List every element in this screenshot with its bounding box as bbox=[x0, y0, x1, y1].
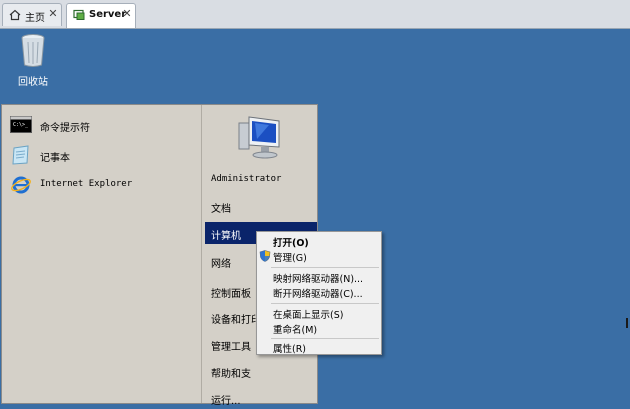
start-item-label: 管理工具 bbox=[211, 342, 251, 353]
program-label: 记事本 bbox=[40, 153, 70, 164]
menu-item-label: 重命名(M) bbox=[273, 325, 318, 336]
menu-item-open[interactable]: 打开(O) bbox=[257, 234, 381, 249]
recycle-bin-icon bbox=[21, 34, 45, 67]
menu-separator bbox=[271, 267, 379, 268]
ie-icon bbox=[11, 176, 31, 194]
menu-item-label: 打开(O) bbox=[273, 238, 309, 249]
menu-item-map-network-drive[interactable]: 映射网络驱动器(N)... bbox=[257, 270, 381, 285]
notepad-icon bbox=[12, 145, 29, 165]
start-item-label: 计算机 bbox=[211, 231, 241, 242]
recycle-bin-label: 回收站 bbox=[18, 77, 48, 88]
menu-item-properties[interactable]: 属性(R) bbox=[257, 340, 381, 355]
menu-item-label: 管理(G) bbox=[273, 253, 307, 264]
start-menu-programs: C:\>_ 命令提示符 记事本 Internet Explorer bbox=[2, 105, 202, 403]
menu-separator bbox=[271, 338, 379, 339]
close-icon[interactable]: ✕ bbox=[47, 8, 59, 20]
start-item-label: Administrator bbox=[211, 174, 282, 184]
program-notepad[interactable]: 记事本 bbox=[8, 143, 198, 167]
vm-icon bbox=[73, 9, 85, 20]
computer-icon bbox=[238, 116, 280, 159]
svg-text:C:\>_: C:\>_ bbox=[13, 122, 29, 128]
start-item-label: 设备和打印 bbox=[211, 315, 261, 326]
menu-item-disconnect-network-drive[interactable]: 断开网络驱动器(C)... bbox=[257, 285, 381, 300]
menu-item-show-on-desktop[interactable]: 在桌面上显示(S) bbox=[257, 306, 381, 321]
start-item-run[interactable]: 运行... bbox=[205, 387, 317, 409]
start-item-label: 网络 bbox=[211, 259, 231, 270]
menu-item-rename[interactable]: 重命名(M) bbox=[257, 321, 381, 336]
tab-bar: 主页 ✕ Server ✕ bbox=[0, 0, 630, 29]
home-icon bbox=[9, 9, 21, 21]
shield-icon bbox=[259, 250, 271, 262]
resize-handle[interactable] bbox=[626, 318, 628, 328]
program-label: 命令提示符 bbox=[40, 123, 90, 134]
start-item-documents[interactable]: 文档 bbox=[205, 195, 317, 217]
tab-server[interactable]: Server ✕ bbox=[66, 3, 136, 28]
tab-home-label: 主页 bbox=[25, 13, 45, 24]
tab-home[interactable]: 主页 ✕ bbox=[2, 3, 62, 26]
start-item-label: 控制面板 bbox=[211, 289, 251, 300]
start-item-label: 文档 bbox=[211, 204, 231, 215]
start-item-administrator[interactable]: Administrator bbox=[205, 169, 317, 191]
program-label: Internet Explorer bbox=[40, 179, 133, 189]
menu-separator bbox=[271, 303, 379, 304]
cmd-icon: C:\>_ bbox=[10, 116, 32, 133]
program-ie[interactable]: Internet Explorer bbox=[8, 173, 198, 197]
menu-item-label: 断开网络驱动器(C)... bbox=[273, 289, 363, 300]
menu-item-label: 映射网络驱动器(N)... bbox=[273, 274, 364, 285]
menu-item-label: 在桌面上显示(S) bbox=[273, 310, 344, 321]
program-cmd[interactable]: C:\>_ 命令提示符 bbox=[8, 113, 198, 137]
start-item-label: 帮助和支 bbox=[211, 369, 251, 380]
menu-item-label: 属性(R) bbox=[273, 344, 307, 355]
context-menu: 打开(O) 管理(G) 映射网络驱动器(N)... 断开网络驱动器(C)... … bbox=[256, 231, 382, 355]
menu-item-manage[interactable]: 管理(G) bbox=[257, 249, 381, 264]
close-icon[interactable]: ✕ bbox=[121, 8, 133, 20]
start-item-help-support[interactable]: 帮助和支 bbox=[205, 360, 317, 382]
recycle-bin[interactable]: 回收站 bbox=[10, 32, 56, 88]
